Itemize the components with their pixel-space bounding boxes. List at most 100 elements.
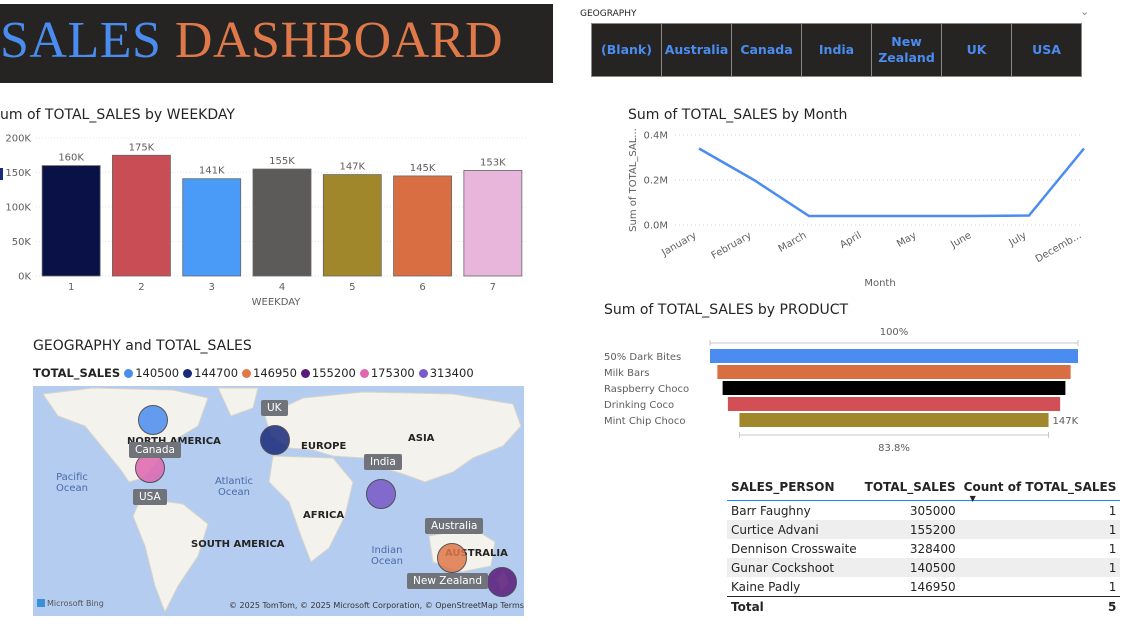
month-x-tick: March xyxy=(777,230,809,255)
tooltip-new-zealand: New Zealand xyxy=(407,573,488,589)
cell-total-sales: 155200 xyxy=(860,520,960,539)
legend-item-label[interactable]: 140500 xyxy=(135,366,179,380)
label-atlantic-ocean: Atlantic Ocean xyxy=(214,476,254,498)
sales-map[interactable]: NORTH AMERICA EUROPE ASIA AFRICA SOUTH A… xyxy=(33,386,524,616)
chevron-down-icon[interactable]: ⌄ xyxy=(1080,5,1089,18)
table-row[interactable]: Barr Faughny 305000 1 xyxy=(727,501,1120,521)
weekday-x-tick: 2 xyxy=(138,282,144,293)
weekday-bar xyxy=(112,154,171,277)
weekday-y-tick: 50K xyxy=(12,237,32,248)
cell-total-sales: 140500 xyxy=(860,558,960,577)
dashboard-title: SALES DASHBOARD xyxy=(0,10,503,72)
table-body: Barr Faughny 305000 1 Curtice Advani 155200 1… xyxy=(727,501,1121,597)
table-row[interactable]: Curtice Advani 155200 1 xyxy=(727,520,1121,539)
cell-count: 1 xyxy=(1108,579,1117,594)
cell-sales-person: Gunar Cockshoot xyxy=(727,558,861,577)
cell-count: 1 xyxy=(959,520,1121,539)
funnel-top-percent: 100% xyxy=(880,327,909,338)
legend-title: TOTAL_SALES xyxy=(33,366,121,380)
slicer-label: GEOGRAPHY xyxy=(580,9,637,19)
cell-total-sales: 328400 xyxy=(909,541,956,556)
weekday-chart-title: um of TOTAL_SALES by WEEKDAY xyxy=(0,107,235,123)
bubble-new-zealand[interactable] xyxy=(487,567,517,597)
label-pacific-ocean: Pacific Ocean xyxy=(56,472,88,494)
col-header-sales-person[interactable]: SALES_PERSON xyxy=(727,474,861,501)
slicer-option-usa[interactable]: USA xyxy=(1011,23,1082,77)
col-header-total-sales[interactable]: TOTAL_SALES xyxy=(860,474,960,501)
tooltip-canada: Canada xyxy=(129,442,181,458)
table-total-row: Total 5 xyxy=(727,596,1121,616)
legend-item-label[interactable]: 155200 xyxy=(312,366,356,380)
sort-desc-icon: ▼ xyxy=(969,494,976,503)
weekday-y-tick: 100K xyxy=(5,203,31,214)
product-funnel-chart: 100% 50% Dark Bites Milk Bars Raspberry Cho… xyxy=(604,327,1079,454)
month-chart-title: Sum of TOTAL_SALES by Month xyxy=(628,107,848,123)
month-y-tick: 0.4M xyxy=(643,131,668,142)
col-header-count-label: Count of TOTAL_SALES xyxy=(963,480,1117,494)
product-chart-title: Sum of TOTAL_SALES by PRODUCT xyxy=(604,302,849,318)
land-south-america xyxy=(132,497,209,614)
weekday-edge-marker xyxy=(0,168,3,180)
slicer-option-new-zealand[interactable]: New Zealand xyxy=(871,23,942,77)
slicer-option-uk[interactable]: UK xyxy=(941,23,1012,77)
month-x-tick: April xyxy=(838,230,863,251)
weekday-bar xyxy=(322,174,382,277)
cell-sales-person: Kaine Padly xyxy=(731,579,801,594)
legend-item-label[interactable]: 144700 xyxy=(194,366,238,380)
cell-total-sales: 146950 xyxy=(909,579,956,594)
legend-item-label[interactable]: 146950 xyxy=(253,366,297,380)
table-header-row: SALES_PERSON TOTAL_SALES Count of TOTAL_… xyxy=(727,474,1121,503)
legend-dot xyxy=(300,369,310,378)
funnel-bar xyxy=(717,365,1071,379)
weekday-bar xyxy=(41,165,101,277)
weekday-x-axis-title: WEEKDAY xyxy=(252,297,302,308)
month-x-tick: June xyxy=(948,230,973,251)
cell-sales-person: Barr Faughny xyxy=(731,503,811,518)
legend-dot xyxy=(418,369,428,378)
label-africa: AFRICA xyxy=(303,510,345,521)
slicer-option-canada[interactable]: Canada xyxy=(731,23,802,77)
weekday-data-label: 147K xyxy=(339,162,365,173)
slicer-option-blank[interactable]: (Blank) xyxy=(591,23,662,77)
bubble-canada[interactable] xyxy=(138,405,168,435)
bing-text: Microsoft Bing xyxy=(47,599,104,608)
funnel-bar xyxy=(710,349,1078,363)
microsoft-logo-icon xyxy=(37,599,45,607)
month-y-tick: 0.0M xyxy=(643,221,668,232)
funnel-end-value: 147K xyxy=(1053,416,1079,427)
slicer-option-india[interactable]: India xyxy=(801,23,872,77)
tooltip-india: India xyxy=(364,454,402,470)
month-x-tick: January xyxy=(659,230,698,259)
bubble-uk[interactable] xyxy=(260,425,290,455)
legend-dot xyxy=(359,369,369,378)
weekday-data-label: 145K xyxy=(410,163,436,174)
table-row[interactable]: Dennison Crosswaite 328400 1 xyxy=(727,539,1120,558)
weekday-data-label: 160K xyxy=(58,153,84,164)
funnel-category-label: Milk Bars xyxy=(604,368,649,379)
map-attribution[interactable]: © 2025 TomTom, © 2025 Microsoft Corporat… xyxy=(229,601,524,610)
funnel-category-label: Mint Chip Choco xyxy=(604,416,686,427)
total-label: Total xyxy=(727,596,861,616)
funnel-category-label: 50% Dark Bites xyxy=(604,352,681,363)
land-north-america xyxy=(42,387,209,483)
table-row[interactable]: Kaine Padly 146950 1 xyxy=(727,577,1120,597)
legend-item-label[interactable]: 175300 xyxy=(371,366,415,380)
cell-count: 1 xyxy=(1108,503,1117,518)
weekday-x-tick: 7 xyxy=(490,282,496,293)
legend-item-label[interactable]: 313400 xyxy=(430,366,474,380)
weekday-bar xyxy=(182,178,242,277)
legend-dot xyxy=(124,369,134,378)
table-row[interactable]: Gunar Cockshoot 140500 1 xyxy=(727,558,1121,577)
bubble-australia[interactable] xyxy=(437,543,467,573)
weekday-x-tick: 6 xyxy=(419,282,425,293)
bubble-india[interactable] xyxy=(366,479,396,509)
land-greenland xyxy=(217,387,259,417)
total-count: 5 xyxy=(959,596,1121,616)
month-y-tick: 0.2M xyxy=(643,176,668,187)
col-header-count[interactable]: Count of TOTAL_SALES ▼ xyxy=(959,474,1121,503)
month-x-tick: February xyxy=(710,230,754,262)
funnel-bar xyxy=(739,413,1049,427)
tooltip-australia: Australia xyxy=(425,518,484,534)
slicer-option-australia[interactable]: Australia xyxy=(661,23,732,77)
sales-person-table: SALES_PERSON TOTAL_SALES Count of TOTAL_… xyxy=(727,474,1121,616)
